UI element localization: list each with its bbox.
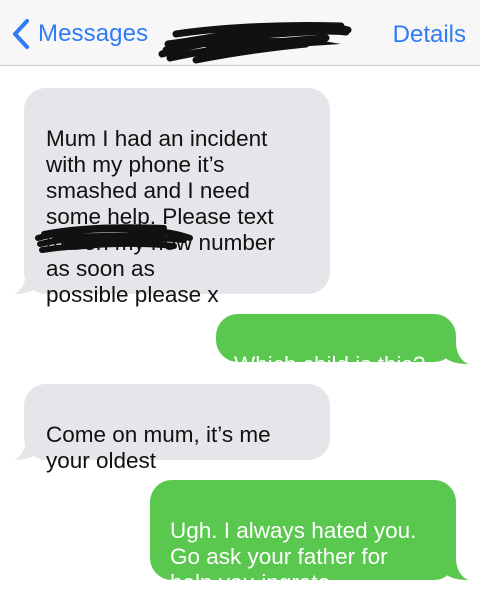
navigation-bar: Messages Details	[0, 0, 480, 66]
message-bubble-incoming: Mum I had an incident with my phone it’s…	[24, 88, 330, 307]
message-thread: Mum I had an incident with my phone it’s…	[0, 66, 480, 595]
redacted-contact-name	[158, 21, 352, 64]
message-text: Which child is this?	[234, 352, 426, 377]
chevron-left-icon	[13, 19, 29, 49]
bubble-tail-incoming	[14, 272, 38, 294]
bubble-tail-incoming	[14, 438, 38, 460]
back-to-messages-button[interactable]: Messages	[8, 14, 148, 54]
back-label: Messages	[38, 20, 149, 47]
message-text: Ugh. I always hated you. Go ask your fat…	[170, 518, 417, 595]
bubble-tail-outgoing	[444, 558, 468, 580]
details-button[interactable]: Details	[393, 21, 466, 49]
bubble-tail-outgoing	[444, 342, 468, 364]
message-text: Come on mum, it’s me your oldest	[46, 422, 271, 473]
message-bubble-outgoing: Ugh. I always hated you. Go ask your fat…	[150, 480, 456, 595]
message-bubble-incoming: Come on mum, it’s me your oldest	[24, 384, 330, 473]
message-text: Mum I had an incident with my phone it’s…	[46, 126, 275, 307]
message-bubble-outgoing: Which child is this?	[216, 314, 456, 377]
